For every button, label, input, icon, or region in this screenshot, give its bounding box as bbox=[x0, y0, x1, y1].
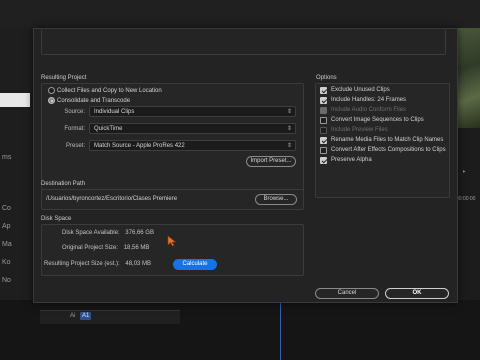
import-preset-button[interactable]: Import Preset... bbox=[246, 156, 296, 167]
disk-available-label: Disk Space Available: 376,66 GB bbox=[62, 230, 154, 236]
program-monitor-image bbox=[455, 28, 480, 128]
left-panel-label: ms bbox=[2, 154, 12, 161]
preset-label: Preset: bbox=[65, 143, 85, 149]
left-panel-label: Ko bbox=[2, 259, 11, 266]
checkbox[interactable] bbox=[320, 97, 327, 104]
original-size-text: Original Project Size: bbox=[62, 245, 119, 251]
original-size-value: 18,56 MB bbox=[123, 245, 150, 251]
preset-value: Match Source - Apple ProRes 422 bbox=[94, 143, 185, 149]
calculate-button[interactable]: Calculate bbox=[173, 259, 217, 270]
consolidate-radio[interactable] bbox=[48, 97, 55, 104]
format-value: QuickTime bbox=[94, 126, 123, 132]
checkbox bbox=[320, 107, 327, 114]
consolidate-label: Consolidate and Transcode bbox=[57, 98, 131, 104]
checkbox[interactable] bbox=[320, 157, 327, 164]
project-manager-dialog: Resulting Project Collect Files and Copy… bbox=[33, 28, 458, 303]
format-label: Format: bbox=[64, 126, 85, 132]
resulting-size-text: Resulting Project Size (est.): bbox=[44, 261, 120, 267]
collect-files-radio[interactable] bbox=[48, 87, 55, 94]
destination-path-title: Destination Path bbox=[41, 181, 86, 187]
chevron-updown-icon: ⇕ bbox=[286, 126, 292, 132]
collect-files-label: Collect Files and Copy to New Location bbox=[57, 88, 162, 94]
option-label: Include Preview Files bbox=[331, 127, 388, 133]
cancel-button[interactable]: Cancel bbox=[315, 288, 379, 299]
format-select[interactable]: QuickTime ⇕ bbox=[89, 123, 296, 134]
chevron-updown-icon: ⇕ bbox=[286, 143, 292, 149]
disk-available-text: Disk Space Available: bbox=[62, 230, 120, 236]
option-label: Exclude Unused Clips bbox=[331, 87, 390, 93]
source-monitor-bar bbox=[0, 93, 30, 107]
disk-space-title: Disk Space bbox=[41, 216, 72, 222]
options-panel: Exclude Unused Clips Include Handles: 24… bbox=[315, 83, 450, 198]
left-panel-label: Ap bbox=[2, 223, 11, 230]
disk-space-panel: Disk Space Available: 376,66 GB Original… bbox=[41, 224, 304, 276]
chevron-updown-icon: ⇕ bbox=[286, 109, 292, 115]
resulting-size-label: Resulting Project Size (est.): 48,03 MB bbox=[44, 261, 151, 267]
options-title: Options bbox=[316, 75, 337, 81]
sequence-list-panel bbox=[41, 29, 446, 55]
timeline-track-header bbox=[40, 310, 180, 324]
option-label: Convert Image Sequences to Clips bbox=[331, 117, 424, 123]
ok-button[interactable]: OK bbox=[385, 288, 449, 299]
source-select[interactable]: Individual Clips ⇕ bbox=[89, 106, 296, 117]
checkbox bbox=[320, 127, 327, 134]
option-label: Include Handles: 24 Frames bbox=[331, 97, 407, 103]
original-size-label: Original Project Size: 18,56 MB bbox=[62, 245, 149, 251]
option-label: Include Audio Conform Files bbox=[331, 107, 407, 113]
option-label: Rename Media Files to Match Clip Names bbox=[331, 137, 444, 143]
track-header-cell[interactable]: Ai bbox=[70, 313, 75, 319]
checkbox[interactable] bbox=[320, 137, 327, 144]
resulting-size-value: 48,03 MB bbox=[125, 261, 152, 267]
track-a1-toggle[interactable]: A1 bbox=[80, 312, 92, 320]
source-label: Source: bbox=[64, 109, 85, 115]
destination-path-value: /Usuarios/byroncortez/Escritorio/Clases … bbox=[46, 196, 178, 202]
source-value: Individual Clips bbox=[94, 109, 135, 115]
checkbox[interactable] bbox=[320, 87, 327, 94]
resulting-project-title: Resulting Project bbox=[41, 75, 87, 81]
play-icon[interactable]: ‣ bbox=[462, 168, 466, 176]
browse-button[interactable]: Browse... bbox=[255, 194, 297, 205]
timeline-panel bbox=[0, 300, 480, 360]
destination-path-panel: /Usuarios/byroncortez/Escritorio/Clases … bbox=[41, 189, 304, 210]
checkbox[interactable] bbox=[320, 117, 327, 124]
left-panel-label: Ma bbox=[2, 241, 12, 248]
option-label: Convert After Effects Compositions to Cl… bbox=[331, 147, 446, 153]
disk-available-value: 376,66 GB bbox=[125, 230, 154, 236]
timeline-playhead bbox=[280, 300, 281, 360]
timecode-readout: 00:00:00 bbox=[456, 196, 476, 202]
left-panel-label: Co bbox=[2, 205, 11, 212]
checkbox[interactable] bbox=[320, 147, 327, 154]
option-label: Preserve Alpha bbox=[331, 157, 372, 163]
preset-select[interactable]: Match Source - Apple ProRes 422 ⇕ bbox=[89, 140, 296, 151]
left-panel-label: No bbox=[2, 277, 11, 284]
